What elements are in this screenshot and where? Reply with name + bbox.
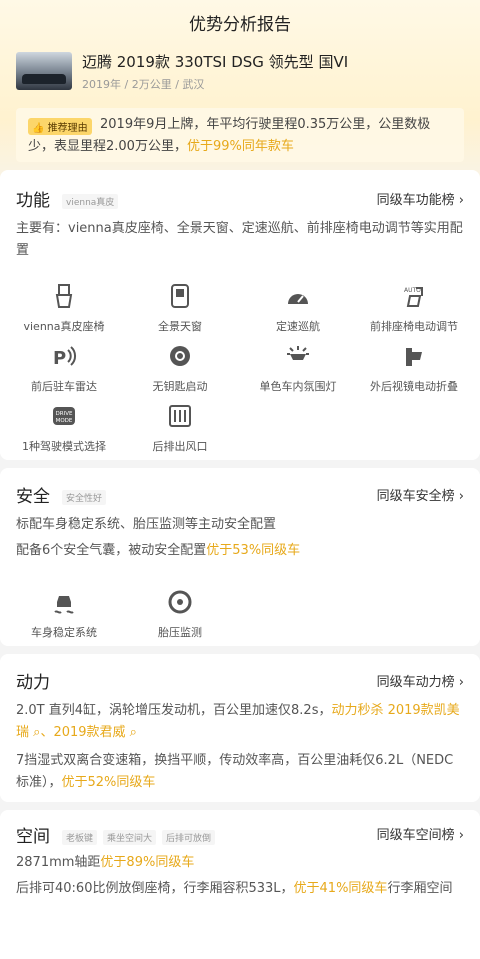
drive-mode-icon: DRIVEMODE [53,407,75,425]
car-name: 迈腾 2019款 330TSI DSG 领先型 国VI [82,53,349,71]
car-thumbnail [16,52,72,90]
ambient-light-icon [287,346,309,360]
power-title: 动力 [16,673,50,693]
function-tag: vienna真皮 [62,194,119,209]
space-card: 空间 老板键 乘坐空间大 后排可放倒 同级车空间榜 › 2871mm轴距优于89%同… [0,810,480,959]
safety-tag: 安全性好 [62,490,107,505]
safety-line2: 配备6个安全气囊，被动安全配置优于53%同级车 [16,543,301,558]
stability-icon [54,596,74,614]
safety-line1: 标配车身稳定系统、胎压监测等主动安全配置 [16,517,277,532]
power-line1: 2.0T 直列4缸，涡轮增压发动机，百公里加速仅8.2s，动力秒杀 2019款凯… [16,703,460,740]
feature-item: 全景天窗 [124,282,236,334]
power-rank-link[interactable]: 同级车动力榜 › [377,671,464,690]
cruise-icon [288,294,308,304]
feature-item: 单色车内氛围灯 [242,342,354,394]
space-line1: 2871mm轴距优于89%同级车 [16,855,195,870]
keyless-start-icon [170,346,190,366]
svg-text:P: P [53,348,66,369]
feature-item: 胎压监测 [124,588,236,640]
feature-item: 车身稳定系统 [8,588,120,640]
feature-item: P 前后驻车雷达 [8,342,120,394]
sunroof-icon [171,284,189,308]
space-rank-link[interactable]: 同级车空间榜 › [377,824,464,843]
parking-radar-icon: P [53,346,77,369]
space-tag: 乘坐空间大 [103,830,157,845]
function-title: 功能 [16,191,50,211]
function-card: 功能 vienna真皮 同级车功能榜 › 主要有：vienna真皮座椅、全景天窗… [0,170,480,460]
feature-item: 后排出风口 [124,402,236,454]
page-title: 优势分析报告 [189,15,291,35]
safety-title: 安全 [16,487,50,507]
recommend-highlight: 优于99%同年款车 [186,139,294,154]
power-card: 动力 同级车动力榜 › 2.0T 直列4缸，涡轮增压发动机，百公里加速仅8.2s… [0,654,480,802]
car-summary[interactable]: 迈腾 2019款 330TSI DSG 领先型 国VI 2019年 / 2万公里… [16,52,348,92]
feature-item: AUTO 前排座椅电动调节 [358,282,470,334]
tire-pressure-icon [168,590,192,614]
feature-item: 外后视镜电动折叠 [358,342,470,394]
car-meta: 2019年 / 2万公里 / 武汉 [82,78,205,91]
power-line2: 7挡湿式双离合变速箱，换挡平顺，传动效率高，百公里油耗仅6.2L（NEDC标准）… [16,753,454,790]
compare-link-regal[interactable]: 、2019款君威 ⌕ [40,725,137,740]
auto-seat-icon: AUTO [404,287,423,307]
space-tag: 后排可放倒 [162,830,216,845]
space-tag: 老板键 [62,830,98,845]
svg-text:DRIVE: DRIVE [56,411,73,417]
recommend-badge: 👍 推荐理由 [28,118,92,135]
space-line2: 后排可40:60比例放倒座椅，行李厢容积533L，优于41%同级车行李厢空间 [16,881,453,896]
safety-card: 安全 安全性好 同级车安全榜 › 标配车身稳定系统、胎压监测等主动安全配置 配备… [0,468,480,646]
function-desc: 主要有：vienna真皮座椅、全景天窗、定速巡航、前排座椅电动调节等实用配置 [16,221,463,258]
svg-text:AUTO: AUTO [404,287,421,294]
mirror-fold-icon [406,348,422,366]
seat-icon [55,284,73,308]
function-rank-link[interactable]: 同级车功能榜 › [377,189,464,208]
feature-item: DRIVE MODE 1种驾驶模式选择 [8,402,120,454]
space-title: 空间 [16,827,50,847]
report-page: 优势分析报告 迈腾 2019款 330TSI DSG 领先型 国VI 2019年… [0,0,480,959]
feature-item: 无钥匙启动 [124,342,236,394]
feature-item: 定速巡航 [242,282,354,334]
rear-vent-icon [169,405,191,427]
safety-rank-link[interactable]: 同级车安全榜 › [377,485,464,504]
feature-item: vienna真皮座椅 [8,282,120,334]
recommend-box: 2019年9月上牌，年平均行驶里程0.35万公里，公里数极少，表显里程2.00万… [16,108,464,162]
svg-text:MODE: MODE [56,418,73,424]
